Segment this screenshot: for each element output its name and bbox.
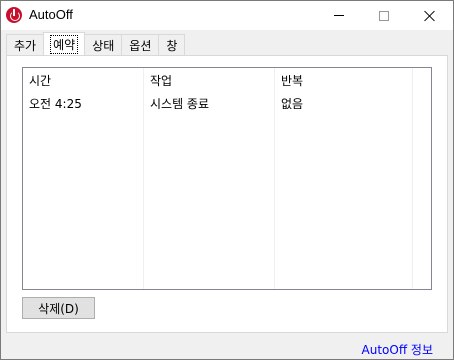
maximize-button[interactable] bbox=[361, 1, 406, 30]
tab-label: 추가 bbox=[14, 38, 37, 53]
about-link[interactable]: AutoOff 정보 bbox=[362, 341, 433, 358]
app-window: AutoOff 추가 예약 상태 옵션 창 시간 작업 반복 오전 4:25 시… bbox=[0, 0, 454, 360]
tab-strip: 추가 예약 상태 옵션 창 bbox=[6, 32, 186, 55]
tab-schedule[interactable]: 예약 bbox=[43, 32, 86, 55]
tab-panel: 시간 작업 반복 오전 4:25 시스템 종료 없음 삭제(D) bbox=[6, 55, 448, 333]
delete-button[interactable]: 삭제(D) bbox=[22, 297, 95, 319]
tab-label: 창 bbox=[166, 38, 178, 53]
close-button[interactable] bbox=[407, 1, 452, 30]
tab-options[interactable]: 옵션 bbox=[121, 34, 160, 55]
maximize-icon bbox=[378, 10, 389, 21]
title-bar[interactable]: AutoOff bbox=[1, 1, 453, 30]
tab-label: 예약 bbox=[50, 34, 79, 54]
minimize-icon bbox=[333, 15, 344, 16]
column-header-repeat[interactable]: 반복 bbox=[281, 72, 303, 89]
window-title: AutoOff bbox=[29, 7, 73, 22]
tab-label: 상태 bbox=[92, 38, 115, 53]
row-action[interactable]: 시스템 종료 bbox=[150, 95, 209, 112]
tab-window[interactable]: 창 bbox=[158, 34, 186, 55]
tab-add[interactable]: 추가 bbox=[6, 34, 45, 55]
power-icon bbox=[6, 7, 22, 23]
schedule-list[interactable]: 시간 작업 반복 오전 4:25 시스템 종료 없음 bbox=[22, 67, 432, 290]
delete-button-label: 삭제(D) bbox=[38, 301, 79, 316]
column-header-time[interactable]: 시간 bbox=[29, 72, 51, 89]
minimize-button[interactable] bbox=[316, 1, 361, 30]
tab-status[interactable]: 상태 bbox=[84, 34, 123, 55]
row-repeat[interactable]: 없음 bbox=[281, 95, 303, 112]
close-icon bbox=[424, 10, 436, 22]
column-header-action[interactable]: 작업 bbox=[150, 72, 172, 89]
row-time[interactable]: 오전 4:25 bbox=[29, 95, 82, 112]
tab-label: 옵션 bbox=[129, 38, 152, 53]
